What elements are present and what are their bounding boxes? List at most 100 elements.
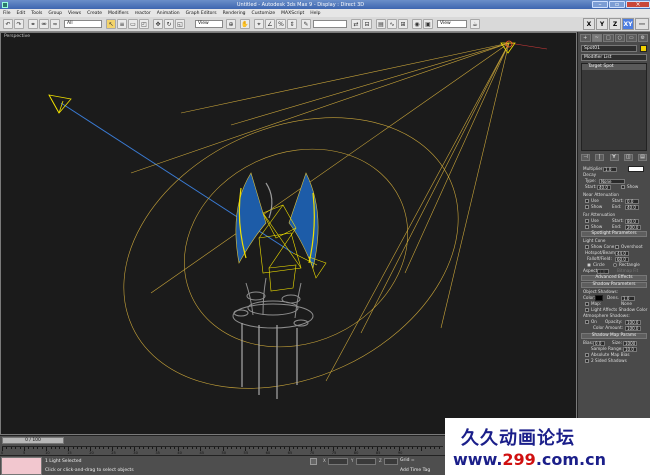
menu-customize[interactable]: Customize — [252, 11, 276, 16]
menu-graph-editors[interactable]: Graph Editors — [186, 11, 217, 16]
minimize-button[interactable]: – — [592, 1, 608, 8]
two-sided-checkbox[interactable] — [585, 359, 589, 363]
far-end-field[interactable]: 200.0 — [625, 224, 641, 230]
select-move-icon[interactable]: ✥ — [153, 19, 163, 29]
pin-stack-icon[interactable]: ⊣ — [581, 154, 590, 161]
multiplier-field[interactable]: 1.0 — [603, 166, 617, 172]
selection-filter-dropdown[interactable]: All — [64, 20, 102, 28]
utilities-tab[interactable]: ⚙ — [637, 34, 648, 42]
close-button[interactable]: × — [626, 1, 650, 8]
light-affects-checkbox[interactable] — [585, 308, 589, 312]
snaps-toggle-icon[interactable]: ⌖ — [254, 19, 264, 29]
display-tab[interactable]: ▭ — [626, 34, 637, 42]
far-show-checkbox[interactable] — [585, 225, 589, 229]
pivot-center-icon[interactable]: ⊕ — [226, 19, 236, 29]
menu-edit[interactable]: Edit — [17, 11, 26, 16]
menu-rendering[interactable]: Rendering — [223, 11, 246, 16]
absolute-bias-checkbox[interactable] — [585, 353, 589, 357]
curve-editor-icon[interactable]: ∿ — [387, 19, 397, 29]
menu-create[interactable]: Create — [87, 11, 102, 16]
selection-lock-icon[interactable] — [310, 458, 317, 465]
track-bar[interactable]: 0 5 10 15 20 25 30 35 40 45 50 55 60 65 70 75 80 85 90 — [1, 446, 443, 455]
quick-render-icon[interactable]: ☕ — [470, 19, 480, 29]
menu-animation[interactable]: Animation — [157, 11, 180, 16]
axis-constraint-menu-icon[interactable]: ⋯ — [635, 18, 649, 30]
app-icon[interactable] — [2, 1, 8, 8]
motion-tab[interactable]: ○ — [614, 34, 625, 42]
edit-named-selection-icon[interactable]: ✎ — [301, 19, 311, 29]
menu-views[interactable]: Views — [68, 11, 81, 16]
window-crossing-icon[interactable]: ◰ — [139, 19, 149, 29]
create-tab[interactable]: + — [580, 34, 591, 42]
sample-range-field[interactable]: 10.0 — [623, 346, 637, 352]
decay-type-dropdown[interactable]: None — [599, 178, 625, 184]
axis-xy-button[interactable]: XY — [622, 18, 634, 30]
far-use-checkbox[interactable] — [585, 219, 589, 223]
select-manipulate-icon[interactable]: ✋ — [240, 19, 250, 29]
material-editor-icon[interactable]: ◉ — [412, 19, 422, 29]
select-object-icon[interactable]: ↖ — [106, 19, 116, 29]
menu-tools[interactable]: Tools — [31, 11, 42, 16]
hotspot-field[interactable]: 44.0 — [615, 250, 629, 256]
spinner-snap-icon[interactable]: ⇕ — [287, 19, 297, 29]
near-end-field[interactable]: 40.0 — [625, 204, 639, 210]
color-amount-field[interactable]: 100.0 — [625, 325, 641, 331]
atmo-on-checkbox[interactable] — [585, 320, 589, 324]
render-setup-icon[interactable]: ▣ — [423, 19, 433, 29]
configure-sets-icon[interactable]: ▤ — [638, 154, 647, 161]
add-time-tag-button[interactable]: Add Time Tag — [400, 468, 430, 473]
menu-maxscript[interactable]: MAXScript — [281, 11, 304, 16]
dens-field[interactable]: 1.0 — [621, 295, 635, 301]
aspect-field[interactable]: 1.0 — [597, 268, 609, 274]
decay-show-checkbox[interactable] — [621, 185, 625, 189]
perspective-viewport[interactable]: Perspective — [0, 32, 577, 435]
axis-x-button[interactable]: X — [583, 18, 595, 30]
show-cone-checkbox[interactable] — [585, 245, 589, 249]
menu-modifiers[interactable]: Modifiers — [108, 11, 129, 16]
percent-snap-icon[interactable]: % — [276, 19, 286, 29]
select-by-name-icon[interactable]: ≡ — [117, 19, 127, 29]
z-coord-field[interactable] — [384, 458, 398, 465]
menu-help[interactable]: Help — [310, 11, 320, 16]
link-icon[interactable]: ⚭ — [28, 19, 38, 29]
render-type-dropdown[interactable]: View — [437, 20, 467, 28]
maximize-button[interactable]: ▫ — [609, 1, 625, 8]
x-coord-field[interactable] — [328, 458, 348, 465]
redo-icon[interactable]: ↷ — [14, 19, 24, 29]
schematic-view-icon[interactable]: ⊞ — [398, 19, 408, 29]
decay-start-field[interactable]: 40.0 — [597, 184, 611, 190]
shadow-map-checkbox[interactable] — [585, 302, 589, 306]
layer-manager-icon[interactable]: ▤ — [376, 19, 386, 29]
rect-select-region-icon[interactable]: ▭ — [128, 19, 138, 29]
time-slider[interactable]: 0 / 100 — [2, 437, 64, 444]
align-icon[interactable]: ⊟ — [362, 19, 372, 29]
named-selection-set-dropdown[interactable] — [313, 20, 347, 28]
object-name-field[interactable]: Spot01 — [581, 45, 637, 52]
falloff-field[interactable]: 60.0 — [615, 256, 629, 262]
menu-reactor[interactable]: reactor — [135, 11, 151, 16]
rectangle-radio[interactable] — [613, 263, 617, 267]
overshoot-checkbox[interactable] — [615, 245, 619, 249]
make-unique-icon[interactable]: ∀ — [609, 154, 619, 161]
size-field[interactable]: 1000 — [623, 340, 637, 346]
axis-z-button[interactable]: Z — [609, 18, 621, 30]
stack-item-target-spot[interactable]: Target Spot — [582, 64, 646, 70]
hierarchy-tab[interactable]: □ — [603, 34, 614, 42]
undo-icon[interactable]: ↶ — [3, 19, 13, 29]
modify-tab[interactable]: ~ — [591, 34, 602, 42]
near-start-field[interactable]: 0.0 — [625, 198, 639, 204]
mirror-icon[interactable]: ⇄ — [351, 19, 361, 29]
circle-radio[interactable] — [587, 263, 591, 267]
advanced-effects-rollout[interactable]: Advanced Effects — [581, 275, 647, 281]
unlink-icon[interactable]: ⚮ — [39, 19, 49, 29]
y-coord-field[interactable] — [356, 458, 376, 465]
select-rotate-icon[interactable]: ↻ — [164, 19, 174, 29]
axis-y-button[interactable]: Y — [596, 18, 608, 30]
near-use-checkbox[interactable] — [585, 199, 589, 203]
menu-group[interactable]: Group — [48, 11, 62, 16]
object-color-swatch[interactable] — [640, 45, 647, 52]
show-end-result-icon[interactable]: | — [595, 154, 605, 161]
remove-modifier-icon[interactable]: ◫ — [623, 154, 633, 161]
spotlight-params-rollout[interactable]: Spotlight Parameters — [581, 231, 647, 237]
menu-file[interactable]: File — [3, 11, 11, 16]
